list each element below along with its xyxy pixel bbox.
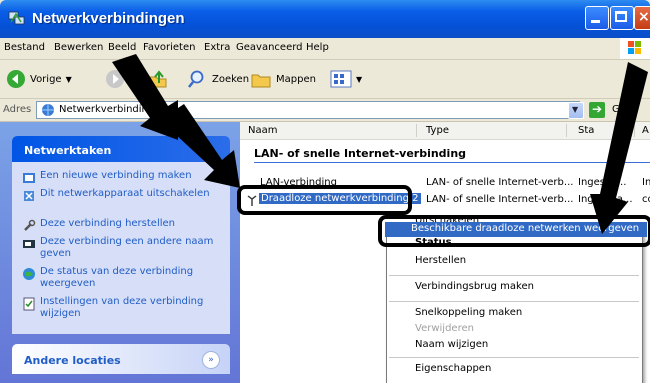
annotation-arrows [112, 54, 648, 234]
explorer-window: Netwerkverbindingen × Bestand Bewerken B… [0, 0, 650, 383]
arrow-to-menu-item [590, 62, 648, 234]
arrow-to-wireless-item [160, 104, 240, 188]
